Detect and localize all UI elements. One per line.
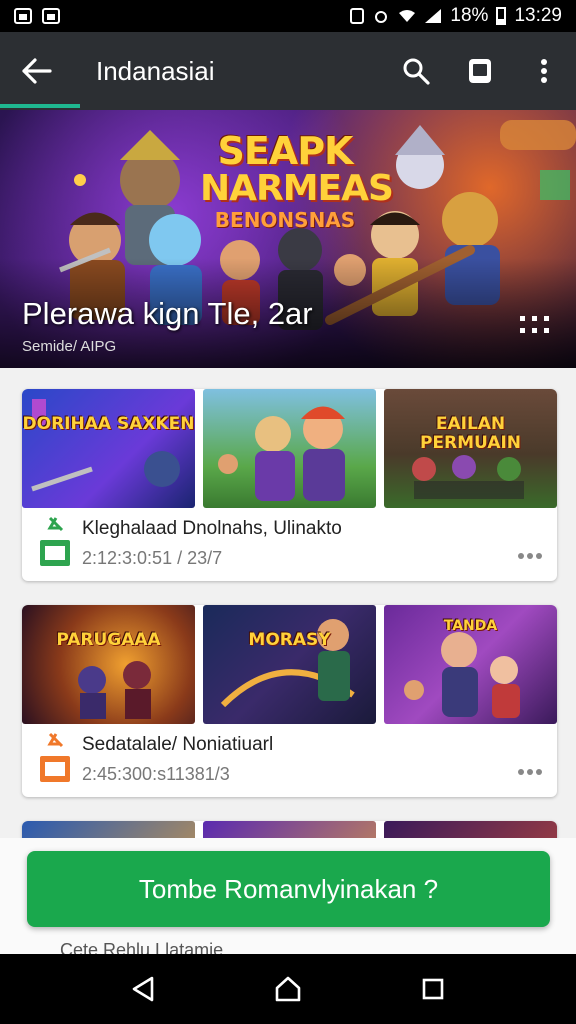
more-options-button[interactable] bbox=[512, 32, 576, 110]
card-meta: Sedatalale/ Noniatiuarl 2:45:300:s11381/… bbox=[22, 724, 557, 797]
battery-icon bbox=[496, 7, 507, 25]
status-bar: 18% 13:29 bbox=[0, 0, 576, 32]
thumbnail[interactable]: PARUGAAA bbox=[22, 605, 195, 724]
clock: 13:29 bbox=[514, 5, 562, 26]
thumbnail[interactable]: DORIHAA SAXKEN bbox=[22, 389, 195, 508]
cast-button[interactable] bbox=[448, 32, 512, 110]
tab-indicator bbox=[0, 104, 80, 108]
arrow-back-icon bbox=[22, 58, 52, 84]
game-category-icon bbox=[40, 516, 70, 566]
card-title: Kleghalaad Dnolnahs, Ulinakto bbox=[82, 518, 342, 539]
home-icon bbox=[275, 976, 301, 1002]
nav-back-button[interactable] bbox=[121, 967, 165, 1011]
app-bar: Indanasiai bbox=[0, 32, 576, 110]
more-horiz-icon[interactable] bbox=[514, 306, 554, 346]
list-item[interactable]: PARUGAAA MORASY TANDA Sedatalale/ Noniat… bbox=[22, 605, 557, 797]
search-icon bbox=[403, 58, 430, 85]
thumbnail[interactable] bbox=[203, 389, 376, 508]
thumbnail-row: PARUGAAA MORASY TANDA bbox=[22, 605, 557, 724]
gallery-notification-icon bbox=[14, 8, 32, 24]
vibrate-icon bbox=[350, 8, 365, 24]
card-date: 2:45:300:s11381/3 bbox=[82, 764, 230, 784]
game-logo: SEAPK NARMEAS BENONSNAS bbox=[200, 129, 394, 232]
thumbnail[interactable]: TANDA bbox=[384, 605, 557, 724]
more-vert-icon bbox=[541, 59, 547, 83]
thumbnail[interactable]: MORASY bbox=[203, 605, 376, 724]
signal-icon bbox=[425, 9, 442, 23]
hero-title: Plerawa kign Tle, 2ar bbox=[22, 296, 313, 331]
system-nav-bar bbox=[0, 954, 576, 1024]
back-button[interactable] bbox=[0, 32, 74, 110]
card-date: 2:12:3:0:51 / 23/7 bbox=[82, 548, 223, 568]
cta-button[interactable]: Tombe Romanvlyinakan ? bbox=[27, 851, 550, 927]
thumbnail-row: DORIHAA SAXKEN EAILAN PERMUAIN bbox=[22, 389, 557, 508]
more-horiz-icon[interactable] bbox=[517, 764, 543, 780]
wifi-icon bbox=[399, 10, 416, 22]
more-horiz-icon[interactable] bbox=[517, 548, 543, 564]
card-title: Sedatalale/ Noniatiuarl bbox=[82, 734, 274, 755]
search-button[interactable] bbox=[384, 32, 448, 110]
nav-recents-button[interactable] bbox=[411, 967, 455, 1011]
page-title: Indanasiai bbox=[96, 55, 215, 86]
photo-notification-icon bbox=[42, 8, 60, 24]
hero-banner[interactable]: SEAPK NARMEAS BENONSNAS Plerawa kign Tle… bbox=[0, 110, 576, 368]
nav-home-button[interactable] bbox=[266, 967, 310, 1011]
hero-subtitle: Semide/ AIPG bbox=[22, 338, 117, 355]
battery-percent: 18% bbox=[450, 5, 489, 26]
triangle-back-icon bbox=[132, 976, 153, 1002]
card-meta: Kleghalaad Dnolnahs, Ulinakto 2:12:3:0:5… bbox=[22, 508, 557, 581]
peek-item-title: Cete Rehlu Llatamie bbox=[60, 940, 224, 954]
thumbnail[interactable]: EAILAN PERMUAIN bbox=[384, 389, 557, 508]
cast-icon bbox=[469, 59, 491, 83]
game-category-icon bbox=[40, 732, 70, 782]
alarm-icon bbox=[375, 11, 388, 23]
list-item[interactable]: DORIHAA SAXKEN EAILAN PERMUAIN Kleghalaa… bbox=[22, 389, 557, 581]
recents-icon bbox=[423, 978, 444, 1000]
